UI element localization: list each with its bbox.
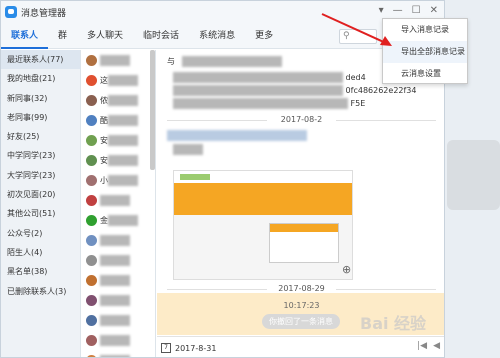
arrow-line	[321, 13, 389, 45]
watermark: Bai 经验	[360, 314, 427, 333]
annotation-arrow	[321, 13, 392, 46]
